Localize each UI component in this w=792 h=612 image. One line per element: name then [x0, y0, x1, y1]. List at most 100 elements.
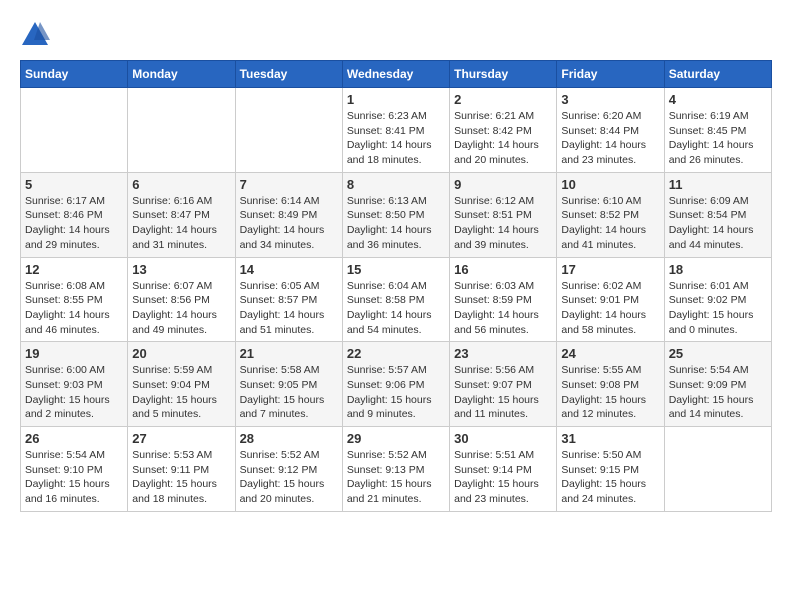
day-detail: Sunrise: 5:51 AM Sunset: 9:14 PM Dayligh…	[454, 448, 552, 507]
day-detail: Sunrise: 5:50 AM Sunset: 9:15 PM Dayligh…	[561, 448, 659, 507]
day-detail: Sunrise: 6:07 AM Sunset: 8:56 PM Dayligh…	[132, 279, 230, 338]
day-number: 6	[132, 177, 230, 192]
day-number: 12	[25, 262, 123, 277]
day-number: 11	[669, 177, 767, 192]
day-detail: Sunrise: 6:03 AM Sunset: 8:59 PM Dayligh…	[454, 279, 552, 338]
calendar-day-cell: 24 Sunrise: 5:55 AM Sunset: 9:08 PM Dayli…	[557, 342, 664, 427]
calendar-day-cell: 3Sunrise: 6:20 AM Sunset: 8:44 PM Daylig…	[557, 88, 664, 173]
day-detail: Sunrise: 5:55 AM Sunset: 9:08 PM Dayligh…	[561, 363, 659, 422]
calendar-day-cell: 30 Sunrise: 5:51 AM Sunset: 9:14 PM Dayli…	[450, 427, 557, 512]
day-number: 5	[25, 177, 123, 192]
day-detail: Sunrise: 5:53 AM Sunset: 9:11 PM Dayligh…	[132, 448, 230, 507]
day-of-week-header: Wednesday	[342, 61, 449, 88]
calendar-day-cell: 7 Sunrise: 6:14 AM Sunset: 8:49 PM Daylig…	[235, 172, 342, 257]
day-of-week-header: Tuesday	[235, 61, 342, 88]
day-number: 10	[561, 177, 659, 192]
day-number: 7	[240, 177, 338, 192]
day-detail: Sunrise: 6:12 AM Sunset: 8:51 PM Dayligh…	[454, 194, 552, 253]
day-number: 20	[132, 346, 230, 361]
day-detail: Sunrise: 6:16 AM Sunset: 8:47 PM Dayligh…	[132, 194, 230, 253]
day-number: 31	[561, 431, 659, 446]
calendar-day-cell: 11 Sunrise: 6:09 AM Sunset: 8:54 PM Dayli…	[664, 172, 771, 257]
day-detail: Sunrise: 6:23 AM Sunset: 8:41 PM Dayligh…	[347, 109, 445, 168]
calendar-day-cell	[128, 88, 235, 173]
day-detail: Sunrise: 5:54 AM Sunset: 9:10 PM Dayligh…	[25, 448, 123, 507]
calendar-day-cell: 21 Sunrise: 5:58 AM Sunset: 9:05 PM Dayli…	[235, 342, 342, 427]
day-detail: Sunrise: 6:17 AM Sunset: 8:46 PM Dayligh…	[25, 194, 123, 253]
day-detail: Sunrise: 5:59 AM Sunset: 9:04 PM Dayligh…	[132, 363, 230, 422]
calendar-day-cell: 15 Sunrise: 6:04 AM Sunset: 8:58 PM Dayli…	[342, 257, 449, 342]
calendar-day-cell: 22 Sunrise: 5:57 AM Sunset: 9:06 PM Dayli…	[342, 342, 449, 427]
day-detail: Sunrise: 5:57 AM Sunset: 9:06 PM Dayligh…	[347, 363, 445, 422]
day-detail: Sunrise: 5:56 AM Sunset: 9:07 PM Dayligh…	[454, 363, 552, 422]
day-detail: Sunrise: 6:02 AM Sunset: 9:01 PM Dayligh…	[561, 279, 659, 338]
calendar-day-cell: 26 Sunrise: 5:54 AM Sunset: 9:10 PM Dayli…	[21, 427, 128, 512]
calendar-day-cell: 29 Sunrise: 5:52 AM Sunset: 9:13 PM Dayli…	[342, 427, 449, 512]
calendar-week-row: 26 Sunrise: 5:54 AM Sunset: 9:10 PM Dayli…	[21, 427, 772, 512]
calendar-day-cell: 17 Sunrise: 6:02 AM Sunset: 9:01 PM Dayli…	[557, 257, 664, 342]
calendar-day-cell: 2Sunrise: 6:21 AM Sunset: 8:42 PM Daylig…	[450, 88, 557, 173]
day-number: 13	[132, 262, 230, 277]
day-number: 19	[25, 346, 123, 361]
day-of-week-header: Friday	[557, 61, 664, 88]
calendar-day-cell: 18Sunrise: 6:01 AM Sunset: 9:02 PM Dayli…	[664, 257, 771, 342]
day-number: 4	[669, 92, 767, 107]
day-detail: Sunrise: 6:04 AM Sunset: 8:58 PM Dayligh…	[347, 279, 445, 338]
calendar-day-cell: 10 Sunrise: 6:10 AM Sunset: 8:52 PM Dayli…	[557, 172, 664, 257]
calendar-day-cell	[21, 88, 128, 173]
calendar-day-cell: 12Sunrise: 6:08 AM Sunset: 8:55 PM Dayli…	[21, 257, 128, 342]
day-number: 22	[347, 346, 445, 361]
calendar-day-cell: 20 Sunrise: 5:59 AM Sunset: 9:04 PM Dayli…	[128, 342, 235, 427]
day-detail: Sunrise: 6:05 AM Sunset: 8:57 PM Dayligh…	[240, 279, 338, 338]
day-detail: Sunrise: 6:09 AM Sunset: 8:54 PM Dayligh…	[669, 194, 767, 253]
day-number: 17	[561, 262, 659, 277]
day-number: 18	[669, 262, 767, 277]
day-number: 24	[561, 346, 659, 361]
calendar-week-row: 12Sunrise: 6:08 AM Sunset: 8:55 PM Dayli…	[21, 257, 772, 342]
day-detail: Sunrise: 5:52 AM Sunset: 9:12 PM Dayligh…	[240, 448, 338, 507]
page-header	[20, 20, 772, 50]
calendar-week-row: 5 Sunrise: 6:17 AM Sunset: 8:46 PM Daylig…	[21, 172, 772, 257]
calendar-day-cell: 8Sunrise: 6:13 AM Sunset: 8:50 PM Daylig…	[342, 172, 449, 257]
day-detail: Sunrise: 6:21 AM Sunset: 8:42 PM Dayligh…	[454, 109, 552, 168]
calendar-day-cell: 13 Sunrise: 6:07 AM Sunset: 8:56 PM Dayli…	[128, 257, 235, 342]
day-detail: Sunrise: 6:14 AM Sunset: 8:49 PM Dayligh…	[240, 194, 338, 253]
day-number: 27	[132, 431, 230, 446]
day-number: 23	[454, 346, 552, 361]
calendar-day-cell: 6 Sunrise: 6:16 AM Sunset: 8:47 PM Daylig…	[128, 172, 235, 257]
calendar-day-cell: 14Sunrise: 6:05 AM Sunset: 8:57 PM Dayli…	[235, 257, 342, 342]
day-detail: Sunrise: 6:13 AM Sunset: 8:50 PM Dayligh…	[347, 194, 445, 253]
day-of-week-header: Saturday	[664, 61, 771, 88]
day-number: 28	[240, 431, 338, 446]
day-number: 21	[240, 346, 338, 361]
day-number: 29	[347, 431, 445, 446]
calendar-day-cell: 1 Sunrise: 6:23 AM Sunset: 8:41 PM Daylig…	[342, 88, 449, 173]
day-detail: Sunrise: 6:00 AM Sunset: 9:03 PM Dayligh…	[25, 363, 123, 422]
day-number: 30	[454, 431, 552, 446]
calendar-day-cell: 23 Sunrise: 5:56 AM Sunset: 9:07 PM Dayli…	[450, 342, 557, 427]
day-number: 15	[347, 262, 445, 277]
calendar-day-cell	[664, 427, 771, 512]
day-number: 26	[25, 431, 123, 446]
calendar-day-cell: 31 Sunrise: 5:50 AM Sunset: 9:15 PM Dayli…	[557, 427, 664, 512]
day-detail: Sunrise: 5:54 AM Sunset: 9:09 PM Dayligh…	[669, 363, 767, 422]
calendar-header-row: SundayMondayTuesdayWednesdayThursdayFrid…	[21, 61, 772, 88]
day-number: 1	[347, 92, 445, 107]
day-detail: Sunrise: 5:58 AM Sunset: 9:05 PM Dayligh…	[240, 363, 338, 422]
calendar-day-cell: 16Sunrise: 6:03 AM Sunset: 8:59 PM Dayli…	[450, 257, 557, 342]
calendar-table: SundayMondayTuesdayWednesdayThursdayFrid…	[20, 60, 772, 512]
calendar-week-row: 19 Sunrise: 6:00 AM Sunset: 9:03 PM Dayli…	[21, 342, 772, 427]
calendar-day-cell	[235, 88, 342, 173]
calendar-week-row: 1 Sunrise: 6:23 AM Sunset: 8:41 PM Daylig…	[21, 88, 772, 173]
calendar-day-cell: 4 Sunrise: 6:19 AM Sunset: 8:45 PM Daylig…	[664, 88, 771, 173]
day-detail: Sunrise: 5:52 AM Sunset: 9:13 PM Dayligh…	[347, 448, 445, 507]
calendar-day-cell: 28 Sunrise: 5:52 AM Sunset: 9:12 PM Dayli…	[235, 427, 342, 512]
logo	[20, 20, 54, 50]
day-of-week-header: Monday	[128, 61, 235, 88]
day-detail: Sunrise: 6:10 AM Sunset: 8:52 PM Dayligh…	[561, 194, 659, 253]
day-of-week-header: Sunday	[21, 61, 128, 88]
calendar-day-cell: 25Sunrise: 5:54 AM Sunset: 9:09 PM Dayli…	[664, 342, 771, 427]
day-detail: Sunrise: 6:20 AM Sunset: 8:44 PM Dayligh…	[561, 109, 659, 168]
calendar-day-cell: 9Sunrise: 6:12 AM Sunset: 8:51 PM Daylig…	[450, 172, 557, 257]
day-detail: Sunrise: 6:19 AM Sunset: 8:45 PM Dayligh…	[669, 109, 767, 168]
